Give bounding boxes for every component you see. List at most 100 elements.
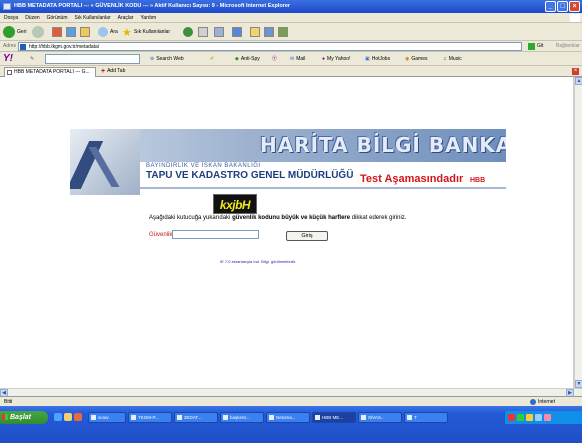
globe-icon [530,399,536,405]
favorites-button[interactable]: ★ Sık Kullanılanlar [122,26,170,39]
banner-title: HARİTA BİLGİ BANKASI [260,133,506,157]
tools-button[interactable] [278,26,288,38]
tray-icon[interactable] [544,414,551,421]
yahoo-edit-button[interactable]: ✎ [30,54,34,64]
menu-help[interactable]: Yardım [140,13,156,22]
home-button[interactable] [80,26,90,38]
research-button[interactable] [264,26,274,38]
favorites-star-icon: ★ [122,26,132,39]
window-title: HBB METADATA PORTALI --- « GÜVENLİK KODU… [14,3,291,9]
tkgm-logo [70,129,140,195]
games-icon: ◉ [405,56,410,62]
tray-icon[interactable] [535,414,542,421]
task-icon [177,415,182,420]
task-icon [91,415,96,420]
tab-active[interactable]: HBB METADATA PORTALI --- G... [4,67,96,77]
antispy-button[interactable]: ◆ Anti-Spy [235,54,260,64]
search-web-button[interactable]: ⊕ Search Web [150,54,184,64]
menu-bar: Dosya Düzen Görünüm Sık Kullanılanlar Ar… [0,13,582,23]
quicklaunch-folder-icon[interactable] [64,413,72,421]
add-tab-button[interactable]: + Add Tab [101,67,125,76]
back-button[interactable]: Geri [3,26,26,38]
start-button[interactable]: Başlat [0,411,48,424]
task-button[interactable]: T [404,412,448,423]
horizontal-scrollbar[interactable]: ◀ ▶ [0,388,582,397]
forward-arrow-icon [32,26,44,38]
login-button[interactable]: Giriş [286,231,328,241]
captcha-image: kxjbH [213,194,257,214]
tools-icon [278,27,288,37]
page-icon [7,70,12,75]
minimize-button[interactable]: _ [545,1,556,12]
task-button-active[interactable]: HBB ME... [312,412,356,423]
tray-icon[interactable] [526,414,533,421]
my-yahoo-label: My Yahoo! [327,56,351,62]
mail-button[interactable] [198,26,208,38]
back-label: Geri [17,29,27,35]
system-tray [504,411,582,424]
status-bar: Bitti Internet [0,396,582,406]
search-button[interactable]: Ara [98,26,118,38]
print-button[interactable] [214,26,224,38]
search-icon [98,27,108,37]
games-button[interactable]: ◉ Games [405,54,428,64]
task-icon [269,415,274,420]
messenger-button[interactable] [250,26,260,38]
refresh-button[interactable] [66,26,76,38]
mail-toolbar-button[interactable]: ✉ Mail [290,54,305,64]
quicklaunch-ie-icon[interactable] [54,413,62,421]
tab-bar: HBB METADATA PORTALI --- G... + Add Tab … [0,66,582,77]
yahoo-y-icon: Ⓨ [272,56,278,62]
games-label: Games [411,56,428,62]
yahoo-logo-button[interactable]: Y! [3,54,13,64]
forward-button[interactable] [32,26,44,38]
window-titlebar: HBB METADATA PORTALI --- « GÜVENLİK KODU… [0,0,582,13]
pencil-icon: ✎ [30,56,35,62]
hbb-logo: HBB [470,177,486,184]
my-yahoo-button[interactable]: ● My Yahoo! [322,54,350,64]
task-button[interactable]: TKGM-P... [128,412,172,423]
security-code-input[interactable] [172,230,259,239]
scroll-up-icon[interactable]: ▲ [575,77,582,85]
plus-icon: + [101,68,106,75]
task-icon [223,415,228,420]
music-button[interactable]: ♫ Music [443,54,462,64]
menu-file[interactable]: Dosya [4,13,18,22]
links-label[interactable]: Bağlantılar [556,41,580,52]
search-web-label: Search Web [156,56,184,62]
search-label: Ara [110,29,118,35]
hotjobs-button[interactable]: ▣ HotJobs [365,54,390,64]
menu-edit[interactable]: Düzen [25,13,39,22]
history-button[interactable] [183,26,193,38]
menu-favorites[interactable]: Sık Kullanılanlar [74,13,110,22]
menu-view[interactable]: Görünüm [47,13,68,22]
standard-toolbar: Geri Ara ★ Sık Kullanılanlar [0,23,582,41]
browser-note-link[interactable]: IE 7.0 ekranlarıyla İnd. Bilgi. görülmek… [220,259,296,264]
task-button[interactable]: sınav [88,412,126,423]
yahoo-y-button[interactable]: Ⓨ [272,54,277,64]
close-button[interactable]: × [569,1,580,12]
go-button[interactable]: Git [528,42,550,51]
tray-icon[interactable] [508,414,515,421]
hotjobs-label: HotJobs [371,56,391,62]
task-button[interactable]: SİVAS... [358,412,402,423]
folder-icon [250,27,260,37]
edit-button[interactable] [232,26,242,38]
address-input[interactable]: http://hbb.tkgm.gov.tr/metadata/ [18,42,522,51]
yahoo-search-input[interactable] [45,54,140,64]
vertical-scrollbar[interactable]: ▲ ▼ [574,77,582,388]
menu-tools[interactable]: Araçlar [118,13,134,22]
task-button[interactable]: Netoma... [266,412,310,423]
stop-button[interactable] [52,26,62,38]
scroll-down-icon[interactable]: ▼ [575,380,582,388]
quicklaunch-media-icon[interactable] [74,413,82,421]
maximize-button[interactable]: □ [557,1,568,12]
envelope-icon: ✉ [290,56,295,62]
task-button[interactable]: 3EDAT... [174,412,218,423]
captcha-instructions: Aşağıdaki kutucuğa yukarıdaki güvenlik k… [149,215,407,221]
highlight-button[interactable]: ✐ [210,54,214,64]
task-button[interactable]: başkent... [220,412,264,423]
ie-icon [3,3,11,10]
tray-icon[interactable] [517,414,524,421]
close-tab-icon[interactable]: × [572,68,579,75]
